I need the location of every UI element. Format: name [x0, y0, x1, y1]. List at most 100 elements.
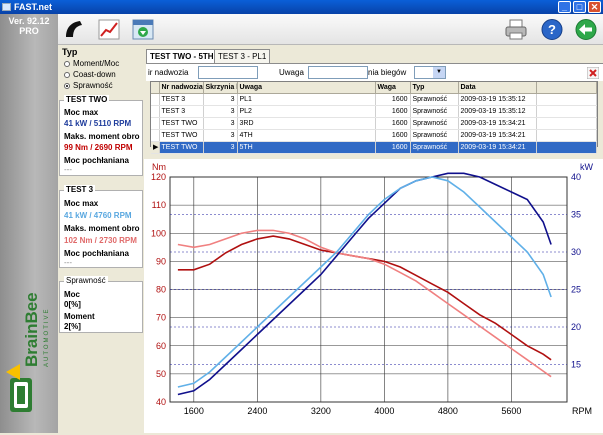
- filter-nr-input[interactable]: [198, 66, 258, 79]
- column-header[interactable]: Typ: [410, 82, 459, 94]
- tab-test-two-5th[interactable]: TEST TWO - 5TH: [146, 49, 218, 64]
- table-row-selected[interactable]: ▶ TEST TWO 3 5TH 1600 Sprawność 2009-03-…: [151, 141, 597, 154]
- test-two-moment-value: 99 Nm / 2690 RPM: [64, 143, 133, 152]
- maximize-button[interactable]: □: [573, 1, 586, 13]
- column-header[interactable]: Nr nadwozia: [159, 82, 204, 94]
- y-right-tick-label: 30: [571, 247, 581, 257]
- test-two-moment-label: Maks. moment obro: [64, 132, 140, 141]
- x-tick-label: 3200: [311, 406, 331, 416]
- logo-emblem: [6, 364, 32, 412]
- radio-circle: [64, 71, 70, 78]
- header-marker: [151, 82, 160, 94]
- window-title: FAST.net: [14, 2, 53, 12]
- cell-data: 2009-03-19 15:35:12: [458, 105, 537, 118]
- column-header[interactable]: Data: [458, 82, 537, 94]
- sprawnosc-moc-label: Moc: [64, 290, 80, 299]
- cell-nr: TEST TWO: [159, 117, 204, 130]
- cell-uwaga: 3RD: [237, 117, 376, 130]
- minimize-button[interactable]: _: [558, 1, 571, 13]
- table-row[interactable]: TEST TWO 3 3RD 1600 Sprawność 2009-03-19…: [151, 117, 597, 130]
- version-info: Ver. 92.12 PRO: [0, 16, 58, 36]
- sprawnosc-moc-value: 0[%]: [64, 300, 81, 309]
- filter-biegow-select[interactable]: ▼: [414, 66, 446, 79]
- test-two-moc-label: Moc max: [64, 108, 99, 117]
- results-table: Nr nadwozia Skrzynia b Uwaga Waga Typ Da…: [150, 81, 598, 154]
- y-right-tick-label: 15: [571, 360, 581, 370]
- test-3-moc-value: 41 kW / 4760 RPM: [64, 211, 132, 220]
- printer-icon[interactable]: [502, 17, 530, 42]
- table-row[interactable]: TEST 3 3 PL2 1600 Sprawność 2009-03-19 1…: [151, 105, 597, 118]
- cell-skrzynia: 3: [203, 141, 238, 154]
- app-icon: [2, 3, 11, 11]
- back-icon[interactable]: [572, 17, 600, 42]
- brand-sidebar: Ver. 92.12 PRO BrainBee AUTOMOTIVE: [0, 14, 58, 433]
- chevron-down-icon: ▼: [433, 67, 445, 78]
- column-header[interactable]: Skrzynia b: [203, 82, 238, 94]
- sprawnosc-title: Sprawność: [64, 276, 108, 285]
- cell-waga: 1600: [375, 141, 411, 154]
- radio-sprawnosc[interactable]: Sprawność: [62, 80, 119, 91]
- car-icon[interactable]: [60, 17, 88, 42]
- filter-uwaga-input[interactable]: [308, 66, 368, 79]
- table-row[interactable]: TEST 3 3 PL1 1600 Sprawność 2009-03-19 1…: [151, 93, 597, 106]
- radio-coast-down[interactable]: Coast-down: [62, 69, 119, 80]
- main-area: TEST TWO - 5TH TEST 3 - PL1 ir nadwozia …: [144, 45, 603, 433]
- y-left-tick-label: 120: [151, 172, 166, 182]
- cell-filler: [536, 141, 597, 154]
- column-header[interactable]: Waga: [375, 82, 411, 94]
- tab-test-3-pl1[interactable]: TEST 3 - PL1: [214, 49, 271, 63]
- radio-circle-selected: [64, 82, 70, 89]
- radio-label: Coast-down: [73, 70, 116, 79]
- export-icon[interactable]: [129, 17, 157, 42]
- cell-nr: TEST TWO: [159, 129, 204, 142]
- cell-filler: [536, 105, 597, 118]
- y-right-tick-label: 20: [571, 322, 581, 332]
- y-right-axis-label: kW: [580, 162, 594, 172]
- clear-filter-icon[interactable]: [587, 67, 599, 79]
- brainbee-logo: BrainBee AUTOMOTIVE: [6, 292, 50, 412]
- y-left-tick-label: 50: [156, 369, 166, 379]
- y-left-tick-label: 100: [151, 228, 166, 238]
- row-marker: [151, 117, 160, 130]
- help-icon[interactable]: ?: [538, 17, 566, 42]
- radio-moment-moc[interactable]: Moment/Moc: [62, 58, 119, 69]
- cell-typ: Sprawność: [410, 93, 459, 106]
- close-button[interactable]: ✕: [588, 1, 601, 13]
- title-bar: FAST.net _ □ ✕: [0, 0, 603, 14]
- cell-filler: [536, 129, 597, 142]
- test-two-group: TEST TWO Moc max 41 kW / 5110 RPM Maks. …: [59, 95, 143, 176]
- chart-area: 1600 2400 3200 4000 4800 5600 40 50 60 70 80 90 100 1…: [144, 159, 603, 433]
- column-header[interactable]: Uwaga: [237, 82, 376, 94]
- table-row[interactable]: TEST TWO 3 4TH 1600 Sprawność 2009-03-19…: [151, 129, 597, 142]
- test-3-moc-label: Moc max: [64, 199, 99, 208]
- efficiency-chart: 1600 2400 3200 4000 4800 5600 40 50 60 70 80 90 100 1…: [144, 159, 603, 433]
- cell-data: 2009-03-19 15:35:12: [458, 93, 537, 106]
- filter-biegow-label: nia biegów: [368, 68, 407, 77]
- version-label: Ver. 92.12: [8, 16, 50, 26]
- toolbar: ?: [58, 14, 603, 45]
- test-two-pochl-value: ---: [64, 165, 72, 174]
- cell-skrzynia: 3: [203, 129, 238, 142]
- cell-typ: Sprawność: [410, 141, 459, 154]
- chart-background: [144, 159, 603, 433]
- cell-data: 2009-03-19 15:34:21: [458, 129, 537, 142]
- cell-data: 2009-03-19 15:34:21: [458, 117, 537, 130]
- cell-typ: Sprawność: [410, 129, 459, 142]
- cell-uwaga: 4TH: [237, 129, 376, 142]
- x-tick-label: 1600: [184, 406, 204, 416]
- y-left-axis-label: Nm: [152, 162, 166, 172]
- y-right-tick-label: 25: [571, 285, 581, 295]
- y-left-tick-label: 40: [156, 397, 166, 407]
- cell-uwaga: 5TH: [237, 141, 376, 154]
- sprawnosc-moment-label: Moment: [64, 312, 95, 321]
- cell-data: 2009-03-19 15:34:21: [458, 141, 537, 154]
- cell-skrzynia: 3: [203, 117, 238, 130]
- test-3-pochl-value: ---: [64, 258, 72, 267]
- edition-label: PRO: [19, 26, 39, 36]
- cell-waga: 1600: [375, 105, 411, 118]
- filter-bar: ir nadwozia Uwaga nia biegów ▼: [146, 63, 603, 81]
- sprawnosc-moment-value: 2[%]: [64, 322, 81, 331]
- options-panel: Typ Moment/Moc Coast-down Sprawność TEST…: [58, 45, 144, 433]
- y-left-tick-label: 90: [156, 256, 166, 266]
- chart-icon[interactable]: [95, 17, 123, 42]
